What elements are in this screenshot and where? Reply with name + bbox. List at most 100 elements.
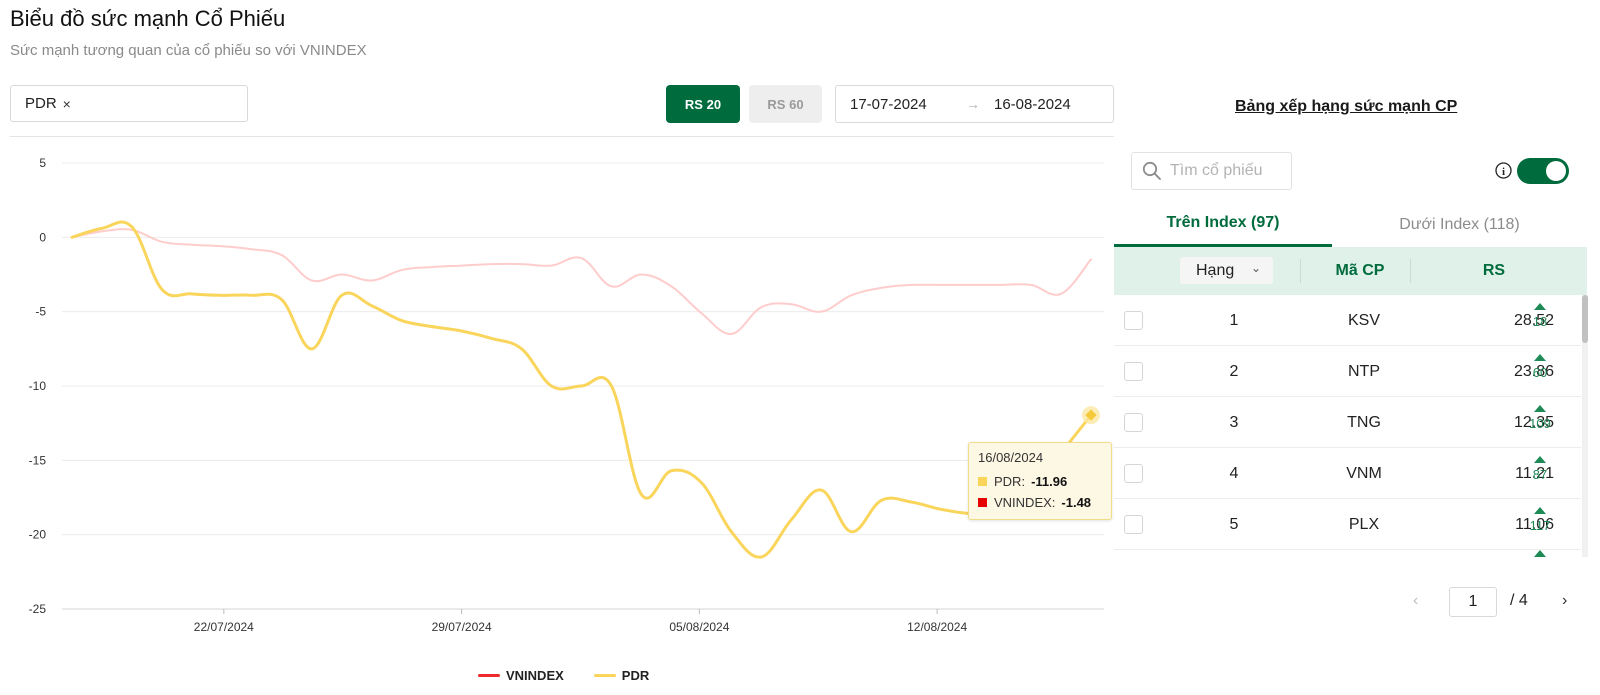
x-tick-label: 05/08/2024 xyxy=(669,620,729,634)
row-checkbox[interactable] xyxy=(1124,464,1143,483)
table-row[interactable]: 2 NTP 23.86 60 xyxy=(1114,346,1581,397)
tooltip-swatch-pdr xyxy=(978,477,987,486)
tooltip-name-vnindex: VNINDEX: xyxy=(994,495,1056,510)
row-code: PLX xyxy=(1348,515,1380,533)
table-row[interactable]: 3 TNG 12.35 109 xyxy=(1114,397,1581,448)
rs20-button[interactable]: RS 20 xyxy=(666,85,740,123)
tooltip-swatch-vnindex xyxy=(978,498,987,507)
table-row[interactable]: 5 PLX 11.06 117 xyxy=(1114,499,1581,550)
series-line-pdr xyxy=(70,220,1093,559)
pagination-prev-button[interactable]: ‹ xyxy=(1413,592,1418,610)
arrow-up-icon xyxy=(1534,354,1546,361)
table-row[interactable]: 1 KSV 28.52 18 xyxy=(1114,295,1581,346)
y-tick-label: -5 xyxy=(35,305,46,319)
row-code: NTP xyxy=(1348,362,1380,380)
row-code: KSV xyxy=(1347,311,1380,329)
chart-divider xyxy=(10,136,1114,137)
y-tick-label: 0 xyxy=(39,230,46,244)
rs60-button[interactable]: RS 60 xyxy=(749,85,822,123)
row-change-value: 117 xyxy=(1529,518,1551,533)
x-tick-label: 29/07/2024 xyxy=(432,620,492,634)
rank-sort-select[interactable]: Hạng ⌄ xyxy=(1180,257,1273,284)
tab-below-index[interactable]: Dưới Index (118) xyxy=(1332,202,1587,247)
row-checkbox[interactable] xyxy=(1124,311,1143,330)
y-tick-label: -10 xyxy=(29,379,47,393)
date-from[interactable]: 17-07-2024 xyxy=(850,96,927,113)
toggle-knob xyxy=(1546,161,1566,181)
row-change-value: 109 xyxy=(1529,416,1551,431)
table-scrollbar[interactable] xyxy=(1582,295,1588,557)
pagination-next-button[interactable]: › xyxy=(1562,592,1567,610)
row-change: 60 xyxy=(1510,354,1570,380)
y-tick-label: 5 xyxy=(39,156,46,170)
table-row[interactable] xyxy=(1114,550,1581,557)
info-icon[interactable]: i xyxy=(1495,162,1512,179)
tooltip-row-pdr: PDR: -11.96 xyxy=(978,471,1102,492)
chart-tooltip: 16/08/2024 PDR: -11.96 VNINDEX: -1.48 xyxy=(968,442,1112,520)
row-checkbox[interactable] xyxy=(1124,362,1143,381)
row-change xyxy=(1510,550,1570,557)
row-checkbox[interactable] xyxy=(1124,515,1143,534)
row-rank: 2 xyxy=(1229,362,1239,380)
ranking-table-body: 1 KSV 28.52 18 2 NTP 23.86 60 3 TNG 12.3… xyxy=(1114,295,1581,557)
legend-item-vnindex[interactable]: VNINDEX xyxy=(478,668,564,683)
y-tick-label: -15 xyxy=(29,453,47,467)
tooltip-row-vnindex: VNINDEX: -1.48 xyxy=(978,492,1102,513)
legend-label-vnindex: VNINDEX xyxy=(506,668,564,683)
date-range-picker[interactable]: 17-07-2024 → 16-08-2024 xyxy=(835,85,1114,123)
series-line-vnindex xyxy=(71,228,1092,335)
column-header-code: Mã CP xyxy=(1335,262,1385,279)
header-separator xyxy=(1300,259,1301,283)
y-tick-label: -20 xyxy=(29,528,47,542)
tab-above-index[interactable]: Trên Index (97) xyxy=(1114,202,1332,247)
chart-legend: VNINDEX PDR xyxy=(478,668,679,683)
tooltip-name-pdr: PDR: xyxy=(994,474,1026,489)
page-subtitle: Sức mạnh tương quan của cổ phiếu so với … xyxy=(10,42,367,59)
x-tick-label: 22/07/2024 xyxy=(194,620,254,634)
table-row[interactable]: 4 VNM 11.21 87 xyxy=(1114,448,1581,499)
ranking-tabs: Trên Index (97) Dưới Index (118) xyxy=(1114,202,1587,247)
selected-stock-tag: PDR xyxy=(25,95,57,112)
row-change-value: 87 xyxy=(1532,467,1548,482)
row-change: 18 xyxy=(1510,303,1570,329)
stock-search-input[interactable] xyxy=(1170,162,1290,180)
search-icon xyxy=(1142,161,1161,180)
rs-line-chart[interactable]: 5 0 -5 -10 -15 -20 -25 22/07/2024 29/07/2024 05/0… xyxy=(0,140,1120,650)
legend-swatch-vnindex xyxy=(478,674,500,677)
arrow-up-icon xyxy=(1534,405,1546,412)
legend-label-pdr: PDR xyxy=(621,668,650,683)
arrow-up-icon xyxy=(1534,507,1546,514)
ranking-title-link[interactable]: Bảng xếp hạng sức mạnh CP xyxy=(1235,98,1457,116)
arrow-right-icon: → xyxy=(966,96,980,112)
row-checkbox[interactable] xyxy=(1124,413,1143,432)
page-title: Biểu đồ sức mạnh Cổ Phiếu xyxy=(10,6,286,31)
scrollbar-thumb[interactable] xyxy=(1582,295,1588,343)
row-code: VNM xyxy=(1346,464,1382,482)
row-rank: 3 xyxy=(1229,413,1239,431)
arrow-up-icon xyxy=(1534,303,1546,310)
row-change: 87 xyxy=(1510,456,1570,482)
date-to[interactable]: 16-08-2024 xyxy=(994,96,1071,113)
tooltip-value-vnindex: -1.48 xyxy=(1061,495,1092,510)
row-change: 109 xyxy=(1510,405,1570,431)
remove-tag-icon[interactable]: × xyxy=(63,96,71,112)
ranking-toggle[interactable] xyxy=(1517,158,1569,184)
tooltip-value-pdr: -11.96 xyxy=(1031,474,1068,489)
header-separator xyxy=(1410,259,1411,283)
stock-select[interactable]: PDR × xyxy=(10,85,248,122)
stock-search[interactable] xyxy=(1131,152,1292,190)
pagination-page-input[interactable] xyxy=(1449,587,1497,617)
row-change: 117 xyxy=(1510,507,1570,533)
tooltip-date: 16/08/2024 xyxy=(978,450,1044,465)
row-rank: 5 xyxy=(1229,515,1239,533)
ranking-table-header: Hạng ⌄ Mã CP RS xyxy=(1114,247,1587,295)
arrow-up-icon xyxy=(1534,456,1546,463)
row-rank: 1 xyxy=(1229,311,1239,329)
info-icon-glyph: i xyxy=(1502,166,1505,178)
legend-item-pdr[interactable]: PDR xyxy=(593,668,650,683)
column-header-rank: Hạng xyxy=(1196,261,1235,279)
legend-swatch-pdr xyxy=(593,674,616,677)
x-tick-label: 12/08/2024 xyxy=(907,620,967,634)
row-rank: 4 xyxy=(1229,464,1239,482)
column-header-rs[interactable]: RS xyxy=(1444,247,1544,295)
